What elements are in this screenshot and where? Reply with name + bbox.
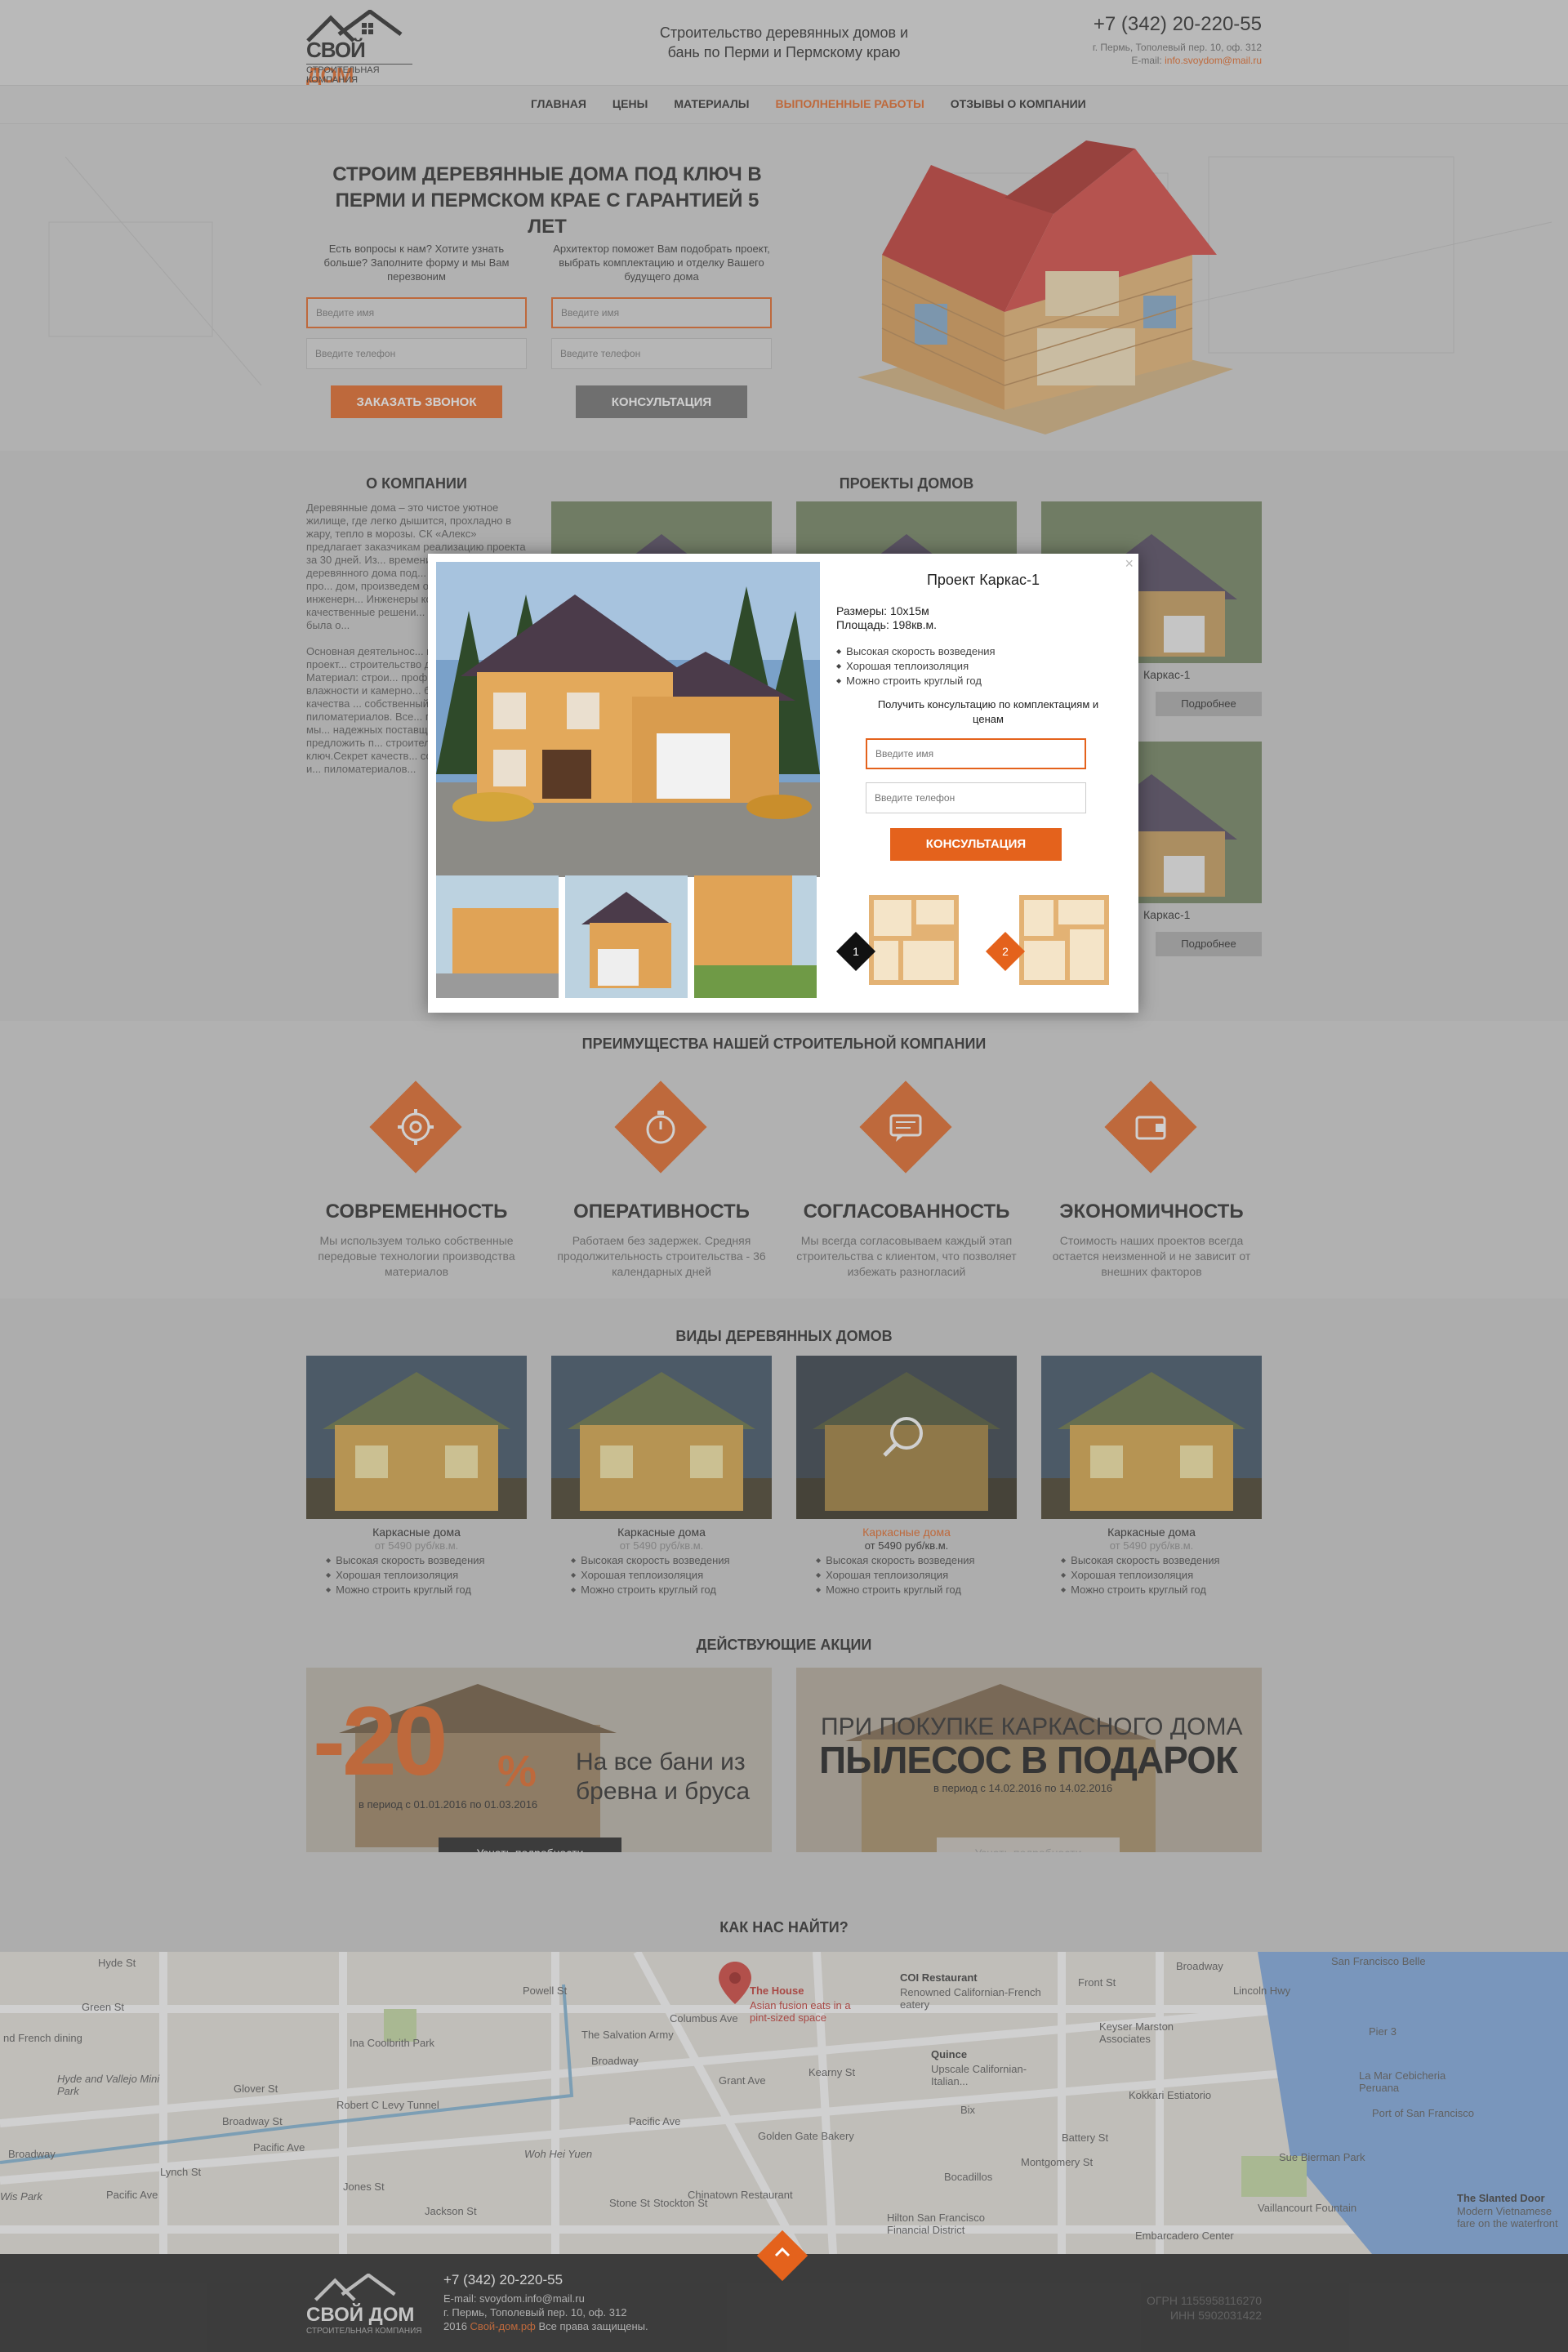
project-modal: × Проект Каркас-1 Размеры: 10х15м Площад… [428,554,1138,1013]
modal-feature: Высокая скорость возведения [836,645,995,660]
modal-main-image [436,562,820,877]
modal-size: Размеры: 10х15м [836,604,929,617]
modal-features: Высокая скорость возведения Хорошая тепл… [836,645,996,689]
floor-plan-2-badge[interactable]: 2 [985,931,1026,972]
page: СВОЙ ДОМ СТРОИТЕЛЬНАЯ КОМПАНИЯ Строитель… [0,0,1568,2352]
modal-specs: Размеры: 10х15м Площадь: 198кв.м. [836,604,937,632]
chevron-up-icon [774,2247,791,2257]
floor-plan-2-number: 2 [1002,945,1009,958]
modal-title: Проект Каркас-1 [926,572,1040,588]
modal-consult-button[interactable]: КОНСУЛЬТАЦИЯ [890,828,1062,861]
modal-area: Площадь: 198кв.м. [836,618,938,631]
modal-feature: Можно строить круглый год [836,675,996,689]
floor-plan-1-badge[interactable]: 1 [835,931,876,972]
modal-thumb[interactable] [694,875,817,998]
modal-backdrop[interactable] [0,0,1568,2352]
modal-thumb[interactable] [565,875,688,998]
modal-thumb[interactable] [436,875,559,998]
floor-plan-1-number: 1 [853,945,859,958]
floor-plan-2[interactable] [1003,879,1125,1001]
floor-plan-1[interactable] [853,879,975,1001]
modal-get-consult: Получить консультацию по комплектациям и… [877,698,1099,725]
modal-phone-input[interactable] [866,782,1086,813]
modal-feature: Хорошая теплоизоляция [836,660,996,675]
close-icon[interactable]: × [1125,555,1134,572]
modal-name-input[interactable] [866,738,1086,769]
